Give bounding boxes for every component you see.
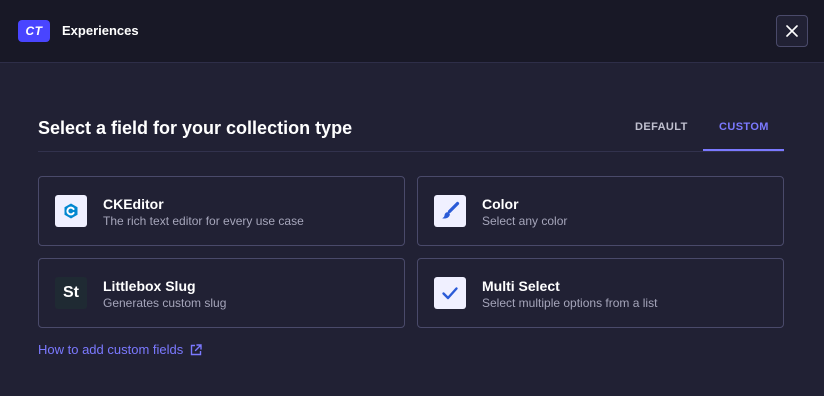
modal-title: Experiences <box>62 23 139 38</box>
tab-default[interactable]: DEFAULT <box>619 110 703 151</box>
field-description: Select multiple options from a list <box>482 296 658 310</box>
field-description: The rich text editor for every use case <box>103 214 304 228</box>
paintbrush-icon <box>434 195 466 227</box>
ct-badge: CT <box>18 20 50 42</box>
external-link-icon <box>191 344 202 356</box>
field-name: CKEditor <box>103 196 164 212</box>
ckeditor-icon <box>55 195 87 227</box>
field-card-littlebox-slug[interactable]: St Littlebox Slug Generates custom slug <box>38 258 405 328</box>
field-card-color[interactable]: Color Select any color <box>417 176 784 246</box>
tabs-divider <box>38 151 784 152</box>
st-logo-icon: St <box>55 277 87 309</box>
field-description: Select any color <box>482 214 568 228</box>
field-card-ckeditor[interactable]: CKEditor The rich text editor for every … <box>38 176 405 246</box>
close-icon <box>786 25 798 37</box>
modal-header: CT Experiences <box>0 0 824 63</box>
field-card-multi-select[interactable]: Multi Select Select multiple options fro… <box>417 258 784 328</box>
tab-custom[interactable]: CUSTOM <box>703 110 784 151</box>
help-link-custom-fields[interactable]: How to add custom fields <box>38 342 202 358</box>
field-type-tabs: DEFAULT CUSTOM <box>619 110 784 151</box>
field-description: Generates custom slug <box>103 296 227 310</box>
help-link-label: How to add custom fields <box>38 342 184 357</box>
section-title: Select a field for your collection type <box>38 118 353 138</box>
field-name: Littlebox Slug <box>103 278 196 294</box>
field-name: Color <box>482 196 519 212</box>
close-button[interactable] <box>776 15 808 47</box>
field-name: Multi Select <box>482 278 560 294</box>
checkmark-icon <box>434 277 466 309</box>
st-logo-text: St <box>63 284 79 301</box>
